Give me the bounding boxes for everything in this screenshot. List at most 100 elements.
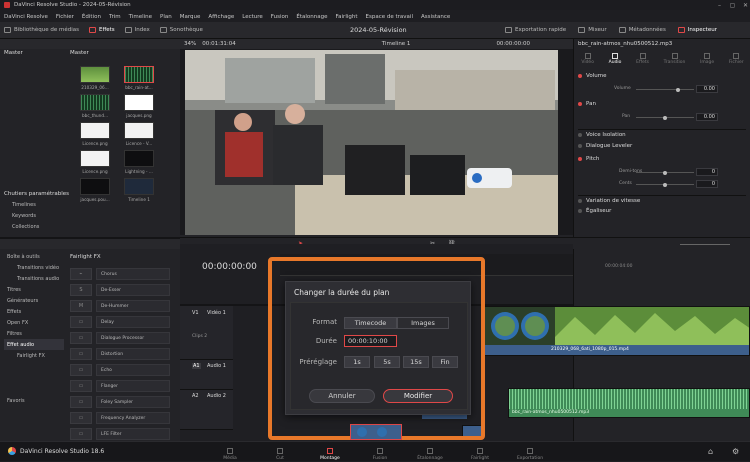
effects-tree-item[interactable]: Générateurs (4, 295, 64, 306)
media-item[interactable]: Licence.png (78, 150, 112, 174)
duration-input[interactable]: 00:00:10:00 (344, 335, 397, 347)
preset-5s-button[interactable]: 5s (374, 356, 400, 368)
dialogue-leveler-section[interactable]: Dialogue Leveler (578, 143, 746, 149)
page-tab[interactable]: Fusion (355, 442, 405, 462)
menu-item[interactable]: Affichage (208, 14, 234, 20)
page-tab[interactable]: Fairlight (455, 442, 505, 462)
inspector-tab[interactable]: Fichier (729, 53, 744, 65)
effect-item[interactable]: M De-Hummer (70, 299, 170, 313)
minimize-icon[interactable]: – (715, 2, 724, 9)
volume-toggle-icon[interactable] (578, 74, 582, 78)
inspector-tab[interactable]: Effets (636, 53, 649, 65)
sound-library-button[interactable]: Sonothèque (159, 27, 203, 33)
voice-isolation-toggle-icon[interactable] (578, 133, 582, 137)
menu-item[interactable]: Édition (82, 14, 101, 20)
track-header-v1[interactable]: V1 Vidéo 1 Clips 2 (180, 306, 233, 360)
inspector-button[interactable]: Inspecteur (677, 27, 717, 33)
mixer-button[interactable]: Mixeur (578, 27, 607, 33)
media-item[interactable]: Timeline 1 (122, 178, 156, 202)
effects-tree-item[interactable]: Boîte à outils (4, 251, 64, 262)
inspector-tab[interactable]: Audio (609, 53, 621, 65)
volume-slider[interactable] (636, 87, 694, 92)
menu-item[interactable]: DaVinci Resolve (4, 14, 48, 20)
preset-1s-button[interactable]: 1s (344, 356, 370, 368)
speed-section[interactable]: Variation de vitesse (578, 195, 746, 204)
inspector-tab[interactable]: Transition (664, 53, 685, 65)
page-tab[interactable]: Média (205, 442, 255, 462)
bin-master-label[interactable]: Master (4, 50, 23, 56)
video-clip[interactable]: 210329_068_6ati_1080p_015.mp4 (484, 306, 750, 356)
effect-item[interactable]: ▭ Foley Sampler (70, 395, 170, 409)
cents-value[interactable]: 0 (696, 180, 718, 188)
smart-bin-item[interactable]: Timelines (4, 199, 64, 210)
audio-clip[interactable]: bbc_rain-atmos_nhu0500512.mp3 (508, 388, 750, 418)
effects-tree-item[interactable]: Transitions vidéo (4, 262, 64, 273)
page-tab[interactable]: Exportation (505, 442, 555, 462)
pan-toggle-icon[interactable] (578, 102, 582, 106)
effects-tree-item[interactable]: Titres (4, 284, 64, 295)
media-pool-button[interactable]: Bibliothèque de médias (4, 27, 79, 33)
menu-item[interactable]: Fusion (271, 14, 289, 20)
menu-item[interactable]: Marque (180, 14, 201, 20)
media-item[interactable]: 210329_06... (78, 66, 112, 90)
track-header-a2[interactable]: A2 Audio 2 (180, 390, 233, 430)
menu-item[interactable]: Timeline (129, 14, 152, 20)
format-images-option[interactable]: Images (397, 317, 449, 329)
menu-item[interactable]: Fairlight (336, 14, 358, 20)
effects-tree-item[interactable]: Transitions audio (4, 273, 64, 284)
timeline-name[interactable]: Timeline 1 (382, 41, 411, 47)
menu-item[interactable]: Lecture (242, 14, 263, 20)
effects-tree-item[interactable]: Favoris (4, 395, 64, 406)
close-icon[interactable]: ✕ (741, 2, 750, 9)
effects-tree-item[interactable]: Open FX (4, 317, 64, 328)
media-item[interactable]: bbc_rain-at... (122, 66, 156, 90)
effect-item[interactable]: ⌁ Chorus (70, 267, 170, 281)
modify-button[interactable]: Modifier (383, 389, 453, 403)
quick-export-button[interactable]: Exportation rapide (505, 27, 566, 33)
smart-bin-item[interactable]: Keywords (4, 210, 64, 221)
effect-item[interactable]: ▭ Dialogue Processor (70, 331, 170, 345)
semitones-value[interactable]: 0 (696, 168, 718, 176)
effect-item[interactable]: ▭ Distortion (70, 347, 170, 361)
inspector-tab[interactable]: Vidéo (581, 53, 594, 65)
inspector-tab[interactable]: Image (700, 53, 714, 65)
cancel-button[interactable]: Annuler (309, 389, 375, 403)
semitones-slider[interactable] (636, 170, 694, 175)
effect-item[interactable]: ▭ Echo (70, 363, 170, 377)
page-tab[interactable]: Étalonnage (405, 442, 455, 462)
eq-toggle-icon[interactable] (578, 209, 582, 213)
pitch-toggle-icon[interactable] (578, 157, 582, 161)
dialogue-leveler-toggle-icon[interactable] (578, 144, 582, 148)
menu-item[interactable]: Espace de travail (366, 14, 413, 20)
effects-tree-item[interactable]: Effets (4, 306, 64, 317)
track-header-a1[interactable]: A1 Audio 1 (180, 360, 233, 390)
index-button[interactable]: Index (124, 27, 150, 33)
menu-item[interactable]: Assistance (421, 14, 450, 20)
effects-button[interactable]: Effets (88, 27, 115, 33)
page-tab[interactable]: Montage (305, 442, 355, 462)
viewer[interactable]: 34% 00:01:31:04 Timeline 1 00:00:00:00 (180, 39, 573, 244)
effect-item[interactable]: ▭ Delay (70, 315, 170, 329)
format-timecode-option[interactable]: Timecode (344, 317, 397, 329)
smart-bin-item[interactable]: Collections (4, 221, 64, 232)
menu-item[interactable]: Fichier (56, 14, 74, 20)
pan-section[interactable]: Pan (578, 101, 746, 107)
effect-item[interactable]: ▭ Flanger (70, 379, 170, 393)
effect-item[interactable]: ▭ Frequency Analyzer (70, 411, 170, 425)
home-icon[interactable]: ⌂ (708, 447, 713, 456)
pan-slider[interactable] (636, 115, 694, 120)
effect-item[interactable]: S De-Esser (70, 283, 170, 297)
media-item[interactable]: jacques.png (122, 94, 156, 118)
effects-tree-item[interactable]: Fairlight FX (4, 350, 64, 361)
menu-item[interactable]: Trim (109, 14, 121, 20)
preset-15s-button[interactable]: 15s (403, 356, 429, 368)
effect-item[interactable]: ▭ LFE Filter (70, 427, 170, 441)
cents-slider[interactable] (636, 182, 694, 187)
media-item[interactable]: Licence.png (78, 122, 112, 146)
volume-section[interactable]: Volume (578, 73, 746, 79)
effects-tree-item[interactable]: Filtres (4, 328, 64, 339)
maximize-icon[interactable]: ▢ (728, 2, 737, 9)
eq-section[interactable]: Égaliseur (578, 208, 746, 214)
selected-clip[interactable] (350, 424, 402, 440)
metadata-button[interactable]: Métadonnées (618, 27, 666, 33)
